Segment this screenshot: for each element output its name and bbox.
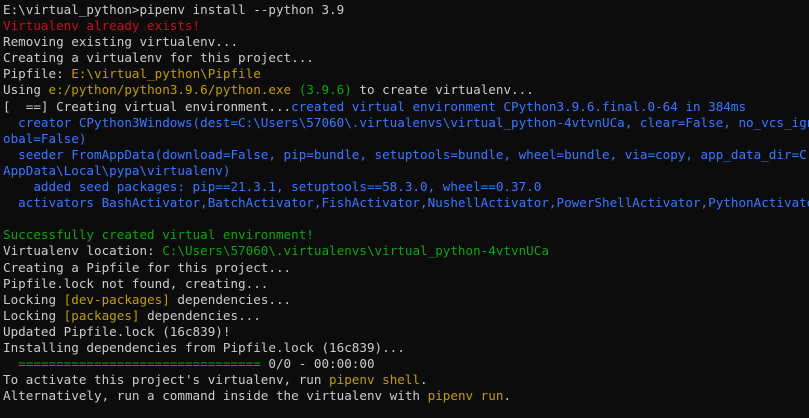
terminal-text: ================================ bbox=[3, 356, 261, 372]
terminal-text: [dev-packages] bbox=[63, 291, 170, 307]
terminal-text: Updated Pipfile.lock (16c839)! bbox=[3, 323, 231, 339]
terminal-line: Installing dependencies from Pipfile.loc… bbox=[3, 340, 809, 356]
terminal-text: seeder FromAppData(download=False, pip=b… bbox=[18, 146, 809, 162]
terminal-text: Locking bbox=[3, 291, 64, 307]
terminal-text: E:\virtual_python>pipenv install --pytho… bbox=[3, 2, 345, 17]
terminal-text: pipenv shell bbox=[329, 372, 421, 388]
terminal-text: Installing dependencies from Pipfile.loc… bbox=[3, 339, 405, 355]
terminal-text: To activate this project's virtualenv, r… bbox=[3, 372, 330, 388]
terminal-text: (3.9.6) bbox=[298, 82, 352, 98]
terminal-line: Pipfile: E:\virtual_python\Pipfile bbox=[3, 66, 809, 82]
terminal-text: . bbox=[420, 372, 428, 388]
terminal-text: dependencies... bbox=[169, 291, 292, 307]
terminal-text: created virtual environment CPython3.9.6… bbox=[291, 98, 747, 114]
terminal-line: obal=False) bbox=[3, 131, 809, 147]
terminal-text: Locking bbox=[3, 307, 64, 323]
terminal-line: Pipfile.lock not found, creating... bbox=[3, 276, 809, 292]
terminal-line: Using e:/python/python3.9.6/python.exe (… bbox=[3, 82, 809, 98]
terminal-text: to create virtualenv... bbox=[351, 82, 534, 98]
terminal-text: Using bbox=[3, 82, 49, 98]
terminal-line: Creating a virtualenv for this project..… bbox=[3, 50, 809, 66]
terminal-text: AppData\Local\pypa\virtualenv) bbox=[3, 162, 231, 178]
terminal-line: E:\virtual_python>pipenv install --pytho… bbox=[3, 2, 809, 18]
terminal-line: Virtualenv already exists! bbox=[3, 18, 809, 34]
terminal-text: creator CPython3Windows(dest=C:\Users\57… bbox=[18, 114, 809, 130]
terminal-line: seeder FromAppData(download=False, pip=b… bbox=[3, 147, 809, 163]
terminal-text: activators BashActivator,BatchActivator,… bbox=[3, 195, 809, 211]
terminal-text: Pipfile.lock not found, creating... bbox=[3, 275, 269, 291]
terminal-text: e:/python/python3.9.6/python.exe bbox=[48, 82, 292, 98]
terminal-text: Creating a Pipfile for this project... bbox=[3, 259, 292, 275]
terminal-window[interactable]: E:\virtual_python>pipenv install --pytho… bbox=[0, 0, 809, 418]
terminal-line: Locking [dev-packages] dependencies... bbox=[3, 292, 809, 308]
terminal-text: pipenv run bbox=[427, 388, 504, 404]
terminal-text: [ ==] Creating virtual environment... bbox=[3, 98, 292, 114]
terminal-line: Creating a Pipfile for this project... bbox=[3, 260, 809, 276]
terminal-line: creator CPython3Windows(dest=C:\Users\57… bbox=[3, 115, 809, 131]
terminal-text: E:\virtual_python\Pipfile bbox=[71, 66, 261, 82]
terminal-text: Alternatively, run a command inside the … bbox=[3, 388, 428, 404]
terminal-text: dependencies... bbox=[139, 307, 261, 323]
terminal-text: C:\Users\57060\.virtualenvs\virtual_pyth… bbox=[162, 243, 549, 259]
terminal-line: Virtualenv location: C:\Users\57060\.vir… bbox=[3, 243, 809, 259]
terminal-text: Creating a virtualenv for this project..… bbox=[3, 50, 314, 66]
terminal-line: ================================ 0/0 - 0… bbox=[3, 356, 809, 372]
terminal-text: [packages] bbox=[63, 307, 140, 323]
terminal-text: 0/0 - 00:00:00 bbox=[260, 356, 375, 372]
terminal-text: added seed packages: pip==21.3.1, setupt… bbox=[3, 179, 542, 195]
terminal-line: activators BashActivator,BatchActivator,… bbox=[3, 195, 809, 211]
terminal-line: Removing existing virtualenv... bbox=[3, 34, 809, 50]
terminal-line: Updated Pipfile.lock (16c839)! bbox=[3, 324, 809, 340]
terminal-text: obal=False) bbox=[3, 130, 87, 146]
terminal-text: Virtualenv already exists! bbox=[3, 18, 201, 34]
terminal-text: Pipfile: bbox=[3, 66, 72, 82]
terminal-text: Virtualenv location: bbox=[3, 243, 163, 259]
terminal-text: Successfully created virtual environment… bbox=[3, 227, 314, 243]
terminal-line: AppData\Local\pypa\virtualenv) bbox=[3, 163, 809, 179]
terminal-line: Alternatively, run a command inside the … bbox=[3, 388, 809, 404]
terminal-line: To activate this project's virtualenv, r… bbox=[3, 372, 809, 388]
terminal-line: [ ==] Creating virtual environment...cre… bbox=[3, 99, 809, 115]
terminal-line: Successfully created virtual environment… bbox=[3, 227, 809, 243]
terminal-text: . bbox=[503, 388, 512, 404]
terminal-line: Locking [packages] dependencies... bbox=[3, 308, 809, 324]
terminal-text: Removing existing virtualenv... bbox=[3, 34, 239, 50]
terminal-line: added seed packages: pip==21.3.1, setupt… bbox=[3, 179, 809, 195]
